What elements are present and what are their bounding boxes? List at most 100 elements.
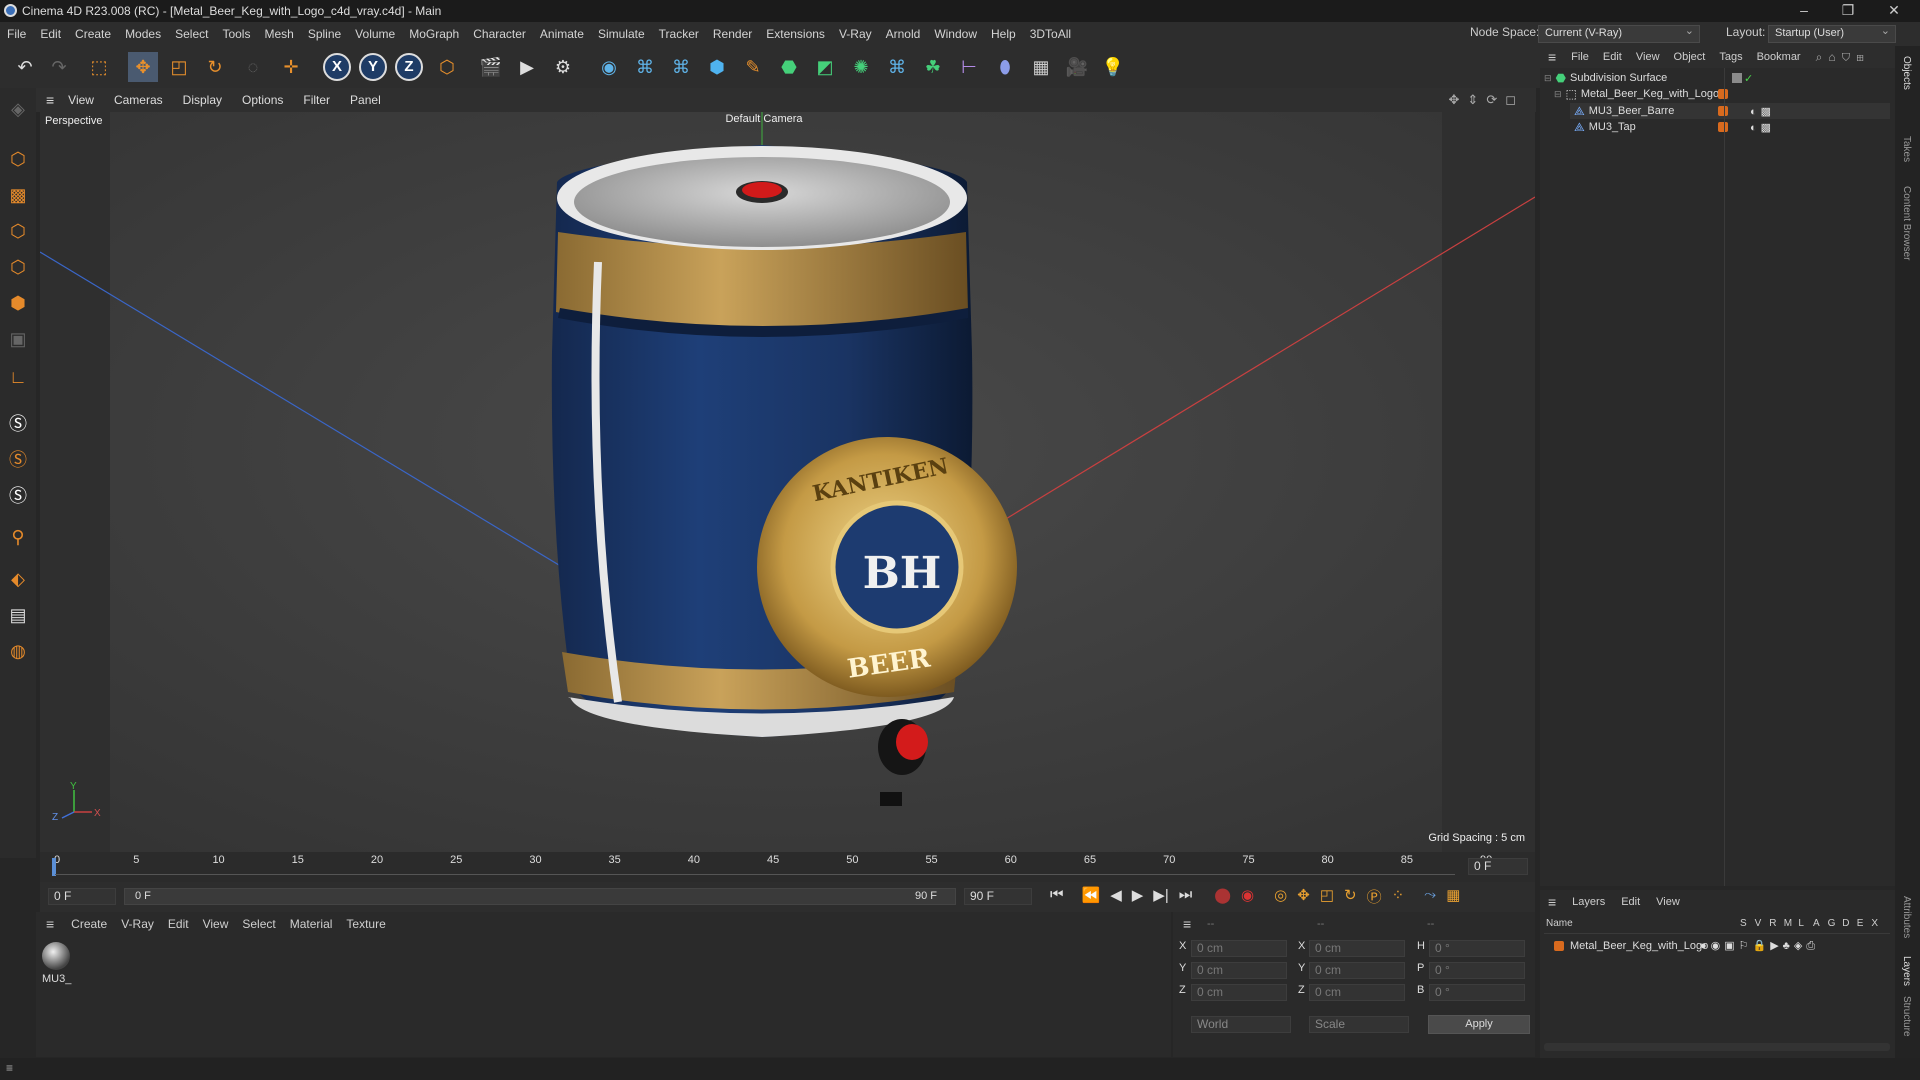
menu-mograph[interactable]: MoGraph [402, 27, 466, 41]
quantize-icon[interactable]: Ⓢ [3, 480, 33, 510]
material-menu-edit[interactable]: Edit [161, 917, 196, 931]
extrude-icon[interactable]: ◩ [810, 52, 840, 82]
side-tab-attributes[interactable]: Attributes [1901, 896, 1912, 938]
snap-icon[interactable]: Ⓢ [3, 408, 33, 438]
polygon-mode-icon[interactable]: ⬢ [3, 288, 33, 318]
make-editable-icon[interactable]: ◈ [3, 94, 33, 124]
menu-window[interactable]: Window [927, 27, 984, 41]
menu-simulate[interactable]: Simulate [591, 27, 652, 41]
render-settings-icon[interactable]: ⚙ [548, 52, 578, 82]
viewport-menu-display[interactable]: Display [173, 93, 232, 107]
model-mode-icon[interactable]: ⬡ [3, 144, 33, 174]
menu-render[interactable]: Render [706, 27, 759, 41]
transform-icon[interactable]: ✛ [276, 52, 306, 82]
object-search-icons[interactable]: ⌕⌂⛉⊞ [1816, 50, 1870, 65]
viewport-menu-cameras[interactable]: Cameras [104, 93, 173, 107]
layer-col-header[interactable]: L [1798, 918, 1804, 929]
timeline-ruler[interactable]: 051015202530354045505560657075808590 0 F [40, 852, 1535, 882]
cloner-icon[interactable]: ✺ [846, 52, 876, 82]
maximize-button[interactable]: ❐ [1826, 0, 1870, 22]
start-frame-field[interactable]: 0 F [48, 888, 116, 905]
coord-mode-select[interactable]: Scale [1309, 1016, 1409, 1033]
layer-menu-icon[interactable]: ≡ [1540, 894, 1564, 910]
side-tab-objects[interactable]: Objects [1901, 56, 1912, 90]
coord-position-field[interactable]: 0 cm [1191, 984, 1287, 1001]
next-frame-icon[interactable]: ▶| [1153, 886, 1168, 907]
axis-z-button[interactable]: Z [394, 52, 424, 82]
workplane-icon[interactable]: ⬖ [3, 564, 33, 594]
layer-col-header[interactable]: S [1740, 918, 1747, 929]
layer-col-header[interactable]: X [1871, 918, 1878, 929]
viewport-menu-panel[interactable]: Panel [340, 93, 391, 107]
motion-timeline-icon[interactable]: ⤳ [1424, 886, 1436, 907]
object-menu-view[interactable]: View [1629, 51, 1667, 63]
python-script-2-icon[interactable]: ⌘ [666, 52, 696, 82]
render-view-icon[interactable]: ▶ [512, 52, 542, 82]
frame-range-slider[interactable]: 0 F 90 F [124, 888, 956, 905]
viewport-menu-view[interactable]: View [58, 93, 104, 107]
python-script-3-icon[interactable]: ⌘ [882, 52, 912, 82]
coord-rotation-field[interactable]: 0 ° [1429, 962, 1525, 979]
material-menu-create[interactable]: Create [64, 917, 114, 931]
viewport-menu-filter[interactable]: Filter [293, 93, 340, 107]
object-menu-tags[interactable]: Tags [1712, 51, 1749, 63]
material-tag-icons[interactable]: ◐▩ [1750, 105, 1775, 118]
layer-toggle-icons[interactable]: ●◉▣⚐🔒▶♣◈⎙ [1700, 939, 1819, 953]
layer-color-swatch[interactable] [1718, 122, 1728, 132]
rotate-tool-icon[interactable]: ↻ [200, 52, 230, 82]
layer-col-header[interactable]: M [1784, 918, 1792, 929]
coord-rotation-field[interactable]: 0 ° [1429, 940, 1525, 957]
deformer-icon[interactable]: ⊢ [954, 52, 984, 82]
menu-spline[interactable]: Spline [301, 27, 348, 41]
edge-mode-icon[interactable]: ⬡ [3, 252, 33, 282]
layer-color-swatch[interactable] [1718, 106, 1728, 116]
coord-space-select[interactable]: World [1191, 1016, 1291, 1033]
uv-mode-icon[interactable]: ▣ [3, 324, 33, 354]
grid-workplane-icon[interactable]: ▤ [3, 600, 33, 630]
material-menu-material[interactable]: Material [283, 917, 340, 931]
object-row-subdivision[interactable]: ⊟ ⬣ Subdivision Surface ✓ [1544, 70, 1899, 86]
menu-help[interactable]: Help [984, 27, 1023, 41]
coord-size-field[interactable]: 0 cm [1309, 984, 1405, 1001]
coordinate-system-icon[interactable]: ⬡ [432, 52, 462, 82]
floor-icon[interactable]: ▦ [1026, 52, 1056, 82]
status-menu-icon[interactable]: ≡ [6, 1061, 13, 1075]
node-space-select[interactable]: Current (V-Ray) [1538, 24, 1700, 43]
subdivision-icon[interactable]: ⬣ [774, 52, 804, 82]
viewport-menu-options[interactable]: Options [232, 93, 293, 107]
field-icon[interactable]: ⬮ [990, 52, 1020, 82]
menu-character[interactable]: Character [466, 27, 533, 41]
material-tag-icons[interactable]: ◐▩ [1750, 121, 1775, 134]
layer-scrollbar[interactable] [1544, 1043, 1890, 1051]
layer-col-header[interactable]: G [1828, 918, 1836, 929]
key-pla-icon[interactable]: ⁘ [1392, 886, 1405, 907]
object-menu-bookmarks[interactable]: Bookmar [1750, 51, 1808, 63]
side-tab-takes[interactable]: Takes [1901, 136, 1912, 162]
menu-mesh[interactable]: Mesh [257, 27, 300, 41]
menu-extensions[interactable]: Extensions [759, 27, 832, 41]
menu-file[interactable]: File [0, 27, 33, 41]
coord-position-field[interactable]: 0 cm [1191, 940, 1287, 957]
layer-color-swatch[interactable] [1718, 89, 1728, 99]
axis-mode-icon[interactable]: ∟ [3, 362, 33, 392]
pen-spline-icon[interactable]: ✎ [738, 52, 768, 82]
3d-viewport[interactable]: BH KANTIKEN BEER Default Camera Y X Z Pe… [40, 112, 1535, 852]
coord-size-field[interactable]: 0 cm [1309, 940, 1405, 957]
minimize-button[interactable]: – [1782, 0, 1826, 22]
menu-modes[interactable]: Modes [118, 27, 168, 41]
object-row-tap[interactable]: ⟁ MU3_Tap ◐▩ [1570, 119, 1890, 135]
key-scale-icon[interactable]: ◰ [1320, 886, 1334, 907]
material-menu-select[interactable]: Select [235, 917, 282, 931]
tree-expander-icon[interactable]: ⊟ [1544, 73, 1552, 84]
current-frame-field[interactable]: 0 F [1468, 858, 1528, 875]
viewport-nav-icons[interactable]: ✥⇕⟳◻ [1449, 92, 1524, 108]
record-icon[interactable]: ⬤ [1214, 886, 1231, 907]
redo-icon[interactable]: ↷ [44, 52, 74, 82]
layer-col-header[interactable]: D [1842, 918, 1849, 929]
go-to-end-icon[interactable]: ⏭ [1179, 886, 1193, 907]
render-region-icon[interactable]: 🎬 [476, 52, 506, 82]
cube-primitive-icon[interactable]: ⬢ [702, 52, 732, 82]
live-select-icon[interactable]: ◌ [238, 52, 268, 82]
material-thumbnail[interactable] [42, 942, 70, 970]
vray-icon[interactable]: ◉ [594, 52, 624, 82]
